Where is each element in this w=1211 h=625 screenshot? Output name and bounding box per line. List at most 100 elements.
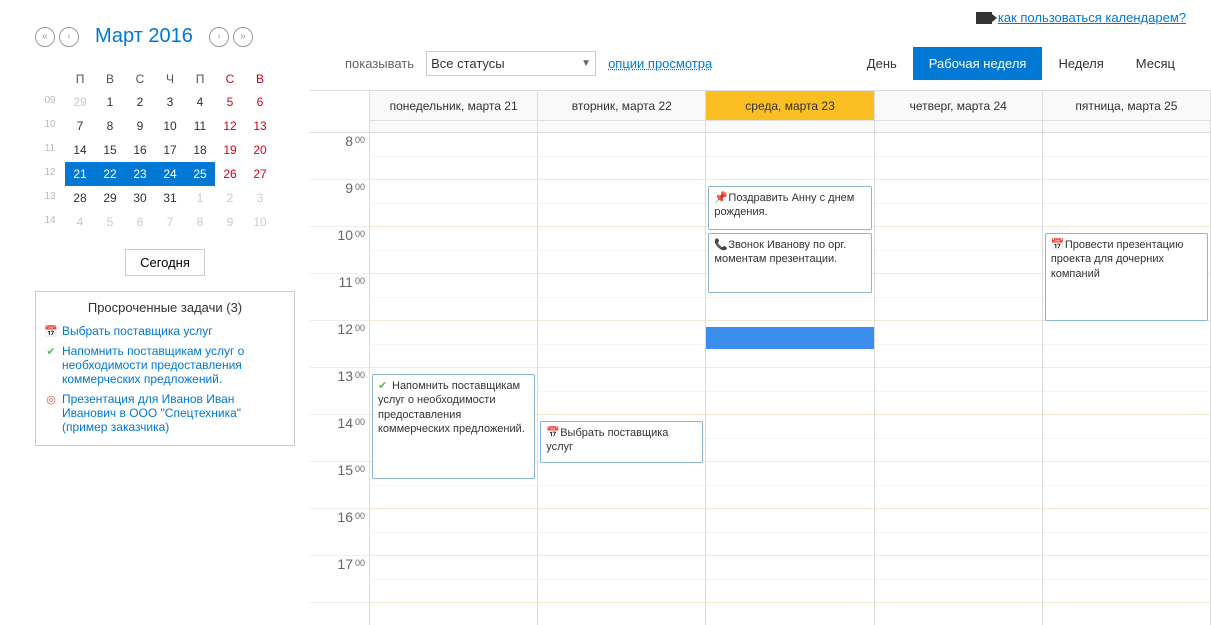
- mini-cal-day[interactable]: 9: [125, 114, 155, 138]
- mini-cal-day[interactable]: 31: [155, 186, 185, 210]
- next-month-btn[interactable]: ›: [209, 27, 229, 47]
- next-year-btn[interactable]: »: [233, 27, 253, 47]
- toolbar: показывать Все статусы ▼ опции просмотра…: [310, 47, 1211, 90]
- calendar-event[interactable]: 📅Провести презентацию проекта для дочерн…: [1045, 233, 1208, 321]
- mini-cal-day[interactable]: 5: [215, 90, 245, 114]
- time-slot: 1400: [310, 415, 369, 462]
- mini-cal-day[interactable]: 30: [125, 186, 155, 210]
- day-header: четверг, марта 24: [875, 91, 1042, 121]
- today-button[interactable]: Сегодня: [125, 249, 205, 276]
- mini-cal-day[interactable]: 6: [245, 90, 275, 114]
- day-column[interactable]: среда, марта 23 📌Поздравить Анну с днем р…: [706, 91, 874, 625]
- show-label: показывать: [345, 56, 414, 71]
- task-item[interactable]: ◎Презентация для Иванов Иван Иванович в …: [44, 389, 286, 437]
- mini-cal-day[interactable]: 12: [215, 114, 245, 138]
- mini-cal-day[interactable]: 20: [245, 138, 275, 162]
- mini-cal-day[interactable]: 23: [125, 162, 155, 186]
- mini-cal-day[interactable]: 13: [245, 114, 275, 138]
- pin-icon: 📌: [714, 191, 726, 203]
- cal-icon: 📅: [546, 426, 558, 438]
- mini-cal-day[interactable]: 29: [65, 90, 95, 114]
- month-title: Март 2016: [95, 25, 193, 48]
- calendar-grid: 80090010001100120013001400150016001700 п…: [310, 90, 1211, 625]
- check-icon: ✔: [378, 379, 390, 391]
- mini-cal-day[interactable]: 22: [95, 162, 125, 186]
- phone-icon: 📞: [714, 238, 726, 250]
- mini-cal-day[interactable]: 21: [65, 162, 95, 186]
- mini-cal-day[interactable]: 26: [215, 162, 245, 186]
- mini-cal-day[interactable]: 4: [65, 210, 95, 234]
- day-column[interactable]: пятница, марта 25 📅Провести презентацию п…: [1043, 91, 1211, 625]
- view-tab-1[interactable]: Рабочая неделя: [913, 47, 1043, 80]
- time-slot: 1000: [310, 227, 369, 274]
- overdue-tasks: Просроченные задачи (3) 📅Выбрать поставщ…: [35, 291, 295, 446]
- time-slot: 1500: [310, 462, 369, 509]
- month-nav: « ‹ Март 2016 › »: [35, 25, 295, 48]
- mini-cal-day[interactable]: 15: [95, 138, 125, 162]
- help-row: как пользоваться календарем?: [310, 10, 1211, 25]
- target-icon: ◎: [44, 392, 58, 406]
- mini-cal-day[interactable]: 5: [95, 210, 125, 234]
- mini-cal-day[interactable]: 3: [155, 90, 185, 114]
- task-item[interactable]: 📅Выбрать поставщика услуг: [44, 321, 286, 341]
- prev-month-btn[interactable]: ‹: [59, 27, 79, 47]
- day-header: пятница, марта 25: [1043, 91, 1210, 121]
- mini-cal-day[interactable]: 7: [65, 114, 95, 138]
- time-column: 80090010001100120013001400150016001700: [310, 91, 370, 625]
- mini-cal-day[interactable]: 8: [95, 114, 125, 138]
- view-tab-3[interactable]: Месяц: [1120, 47, 1191, 80]
- day-column[interactable]: понедельник, марта 21 ✔Напомнить поставщи…: [370, 91, 538, 625]
- day-column[interactable]: вторник, марта 22 📅Выбрать поставщика усл…: [538, 91, 706, 625]
- mini-cal-day[interactable]: 2: [215, 186, 245, 210]
- time-slot: 1300: [310, 368, 369, 415]
- day-header: среда, марта 23: [706, 91, 873, 121]
- day-header: понедельник, марта 21: [370, 91, 537, 121]
- mini-cal-day[interactable]: 18: [185, 138, 215, 162]
- cal-icon: 📅: [1051, 238, 1063, 250]
- mini-cal-day[interactable]: 25: [185, 162, 215, 186]
- mini-cal-day[interactable]: 10: [155, 114, 185, 138]
- mini-cal-day[interactable]: 10: [245, 210, 275, 234]
- mini-cal-day[interactable]: 6: [125, 210, 155, 234]
- view-tab-2[interactable]: Неделя: [1042, 47, 1119, 80]
- mini-cal-day[interactable]: 8: [185, 210, 215, 234]
- help-link[interactable]: как пользоваться календарем?: [998, 10, 1186, 25]
- status-select[interactable]: Все статусы ▼: [426, 51, 596, 76]
- mini-cal-day[interactable]: 3: [245, 186, 275, 210]
- busy-block[interactable]: [706, 327, 873, 349]
- mini-cal-day[interactable]: 4: [185, 90, 215, 114]
- calendar-event[interactable]: 📞Звонок Иванову по орг. моментам презент…: [708, 233, 871, 293]
- video-icon: [976, 12, 992, 24]
- task-item[interactable]: ✔Напомнить поставщикам услуг о необходим…: [44, 341, 286, 389]
- calendar-event[interactable]: ✔Напомнить поставщикам услуг о необходим…: [372, 374, 535, 479]
- calendar-event[interactable]: 📌Поздравить Анну с днем рождения.: [708, 186, 871, 230]
- prev-year-btn[interactable]: «: [35, 27, 55, 47]
- app-root: « ‹ Март 2016 › » ПВСЧПСВ 09291234561078…: [0, 0, 1211, 625]
- chevron-down-icon: ▼: [581, 58, 591, 69]
- mini-cal-day[interactable]: 1: [185, 186, 215, 210]
- mini-cal-day[interactable]: 14: [65, 138, 95, 162]
- view-tabs: ДеньРабочая неделяНеделяМесяц: [851, 47, 1191, 80]
- mini-cal-day[interactable]: 17: [155, 138, 185, 162]
- view-options-link[interactable]: опции просмотра: [608, 56, 712, 71]
- mini-cal-day[interactable]: 19: [215, 138, 245, 162]
- calendar-event[interactable]: 📅Выбрать поставщика услуг: [540, 421, 703, 463]
- view-tab-0[interactable]: День: [851, 47, 913, 80]
- mini-cal-day[interactable]: 24: [155, 162, 185, 186]
- mini-cal-day[interactable]: 7: [155, 210, 185, 234]
- day-column[interactable]: четверг, марта 24: [875, 91, 1043, 625]
- mini-cal-day[interactable]: 16: [125, 138, 155, 162]
- mini-cal-day[interactable]: 2: [125, 90, 155, 114]
- mini-cal-day[interactable]: 1: [95, 90, 125, 114]
- day-header: вторник, марта 22: [538, 91, 705, 121]
- time-slot: 1700: [310, 556, 369, 603]
- tasks-title: Просроченные задачи (3): [44, 300, 286, 315]
- mini-cal-day[interactable]: 11: [185, 114, 215, 138]
- time-slot: 1600: [310, 509, 369, 556]
- mini-cal-day[interactable]: 27: [245, 162, 275, 186]
- mini-cal-day[interactable]: 9: [215, 210, 245, 234]
- time-slot: 1100: [310, 274, 369, 321]
- mini-cal-day[interactable]: 29: [95, 186, 125, 210]
- time-slot: 800: [310, 133, 369, 180]
- mini-cal-day[interactable]: 28: [65, 186, 95, 210]
